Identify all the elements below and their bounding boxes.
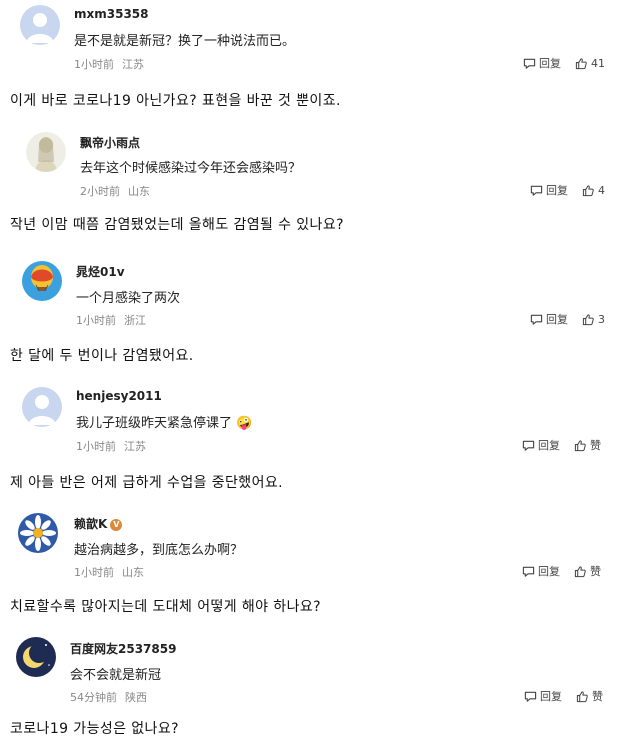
like-label: 赞 [590, 439, 601, 452]
thumbs-up-icon [582, 313, 594, 325]
translation-text: 제 아들 반은 어제 급하게 수업을 중단했어요. [10, 475, 283, 491]
reply-button[interactable]: 回复 [524, 688, 562, 704]
username[interactable]: mxm35358 [74, 7, 149, 21]
comment-feed: mxm35358 是不是就是新冠？换了一种说法而已。 1小时前 江苏 回复 41 … [0, 0, 633, 747]
like-button[interactable]: 41 [575, 57, 605, 70]
comment-location: 江苏 [122, 58, 144, 71]
reply-icon [523, 58, 536, 69]
figure-avatar-icon [26, 132, 66, 172]
comment-actions: 回复 4 [530, 182, 605, 198]
comment-actions: 回复 赞 [522, 437, 601, 453]
username[interactable]: 百度网友2537859 [70, 640, 176, 657]
avatar[interactable] [22, 387, 62, 427]
thumbs-up-icon [575, 57, 587, 69]
comment-time: 1小时前 [74, 58, 114, 71]
reply-label: 回复 [546, 313, 568, 326]
thumbs-up-icon [576, 690, 588, 702]
avatar[interactable] [20, 5, 60, 45]
translation-text: 코로나19 가능성은 없나요? [10, 721, 179, 737]
comment-meta: 1小时前 山东 [74, 564, 144, 580]
username[interactable]: 飘帝小雨点 [80, 134, 140, 151]
default-avatar-icon [20, 5, 60, 45]
comment-text: 是不是就是新冠？换了一种说法而已。 [74, 34, 296, 49]
username[interactable]: henjesy2011 [76, 389, 162, 403]
translation-text: 이게 바로 코로나19 아닌가요? 표현을 바꾼 것 뿐이죠. [10, 93, 341, 109]
reply-icon [524, 691, 537, 702]
comment-item: henjesy2011 我儿子班级昨天紧急停课了 🤪 1小时前 江苏 回复 赞 [0, 382, 633, 458]
reply-label: 回复 [546, 184, 568, 197]
like-label: 赞 [590, 565, 601, 578]
comment-actions: 回复 3 [530, 311, 605, 327]
comment-meta: 54分钟前 陕西 [70, 689, 147, 705]
reply-icon [522, 566, 535, 577]
username-text: 赖歆K [74, 517, 108, 531]
like-button[interactable]: 赞 [574, 563, 601, 579]
comment-text: 越治病越多，到底怎么办啊？ [74, 543, 244, 558]
comment-location: 山东 [128, 185, 150, 198]
comment-location: 浙江 [124, 314, 146, 327]
username[interactable]: 赖歆K V [74, 515, 123, 532]
avatar[interactable] [26, 132, 66, 172]
comment-item: 晁烃01v 一个月感染了两次 1小时前 浙江 回复 3 [0, 255, 633, 331]
comment-time: 1小时前 [74, 566, 114, 579]
balloon-avatar-icon [22, 261, 62, 301]
comment-meta: 1小时前 江苏 [76, 438, 146, 454]
reply-label: 回复 [538, 439, 560, 452]
comment-location: 陕西 [125, 691, 147, 704]
like-label: 赞 [592, 690, 603, 703]
comment-actions: 回复 赞 [522, 563, 601, 579]
reply-label: 回复 [538, 565, 560, 578]
comment-text: 去年这个时候感染过今年还会感染吗？ [80, 161, 302, 176]
default-avatar-icon [22, 387, 62, 427]
badge-icon: V [110, 519, 123, 531]
avatar[interactable] [22, 261, 62, 301]
comment-text: 会不会就是新冠 [70, 668, 162, 683]
avatar[interactable] [18, 513, 58, 553]
like-button[interactable]: 3 [582, 313, 605, 326]
like-button[interactable]: 4 [582, 184, 605, 197]
comment-time: 1小时前 [76, 440, 116, 453]
comment-meta: 2小时前 山东 [80, 183, 150, 199]
avatar[interactable] [16, 637, 56, 677]
comment-item: 赖歆K V 越治病越多，到底怎么办啊？ 1小时前 山东 回复 赞 [0, 508, 633, 584]
thumbs-up-icon [574, 439, 586, 451]
translation-text: 치료할수록 많아지는데 도대체 어떻게 해야 하나요? [10, 599, 321, 615]
like-count: 4 [598, 183, 605, 197]
like-button[interactable]: 赞 [576, 688, 603, 704]
comment-time: 1小时前 [76, 314, 116, 327]
daisy-avatar-icon [18, 513, 58, 553]
reply-button[interactable]: 回复 [522, 437, 560, 453]
comment-item: mxm35358 是不是就是新冠？换了一种说法而已。 1小时前 江苏 回复 41 [0, 0, 633, 76]
like-count: 3 [598, 312, 605, 326]
reply-label: 回复 [539, 57, 561, 70]
comment-time: 54分钟前 [70, 691, 117, 704]
reply-button[interactable]: 回复 [523, 55, 561, 71]
comment-actions: 回复 赞 [524, 688, 603, 704]
comment-location: 山东 [122, 566, 144, 579]
thumbs-up-icon [582, 184, 594, 196]
translation-text: 작년 이맘 때쯤 감염됐었는데 올해도 감염될 수 있나요? [10, 217, 344, 233]
like-count: 41 [591, 56, 605, 70]
comment-actions: 回复 41 [523, 55, 605, 71]
comment-item: 百度网友2537859 会不会就是新冠 54分钟前 陕西 回复 赞 [0, 634, 633, 710]
username[interactable]: 晁烃01v [76, 263, 125, 280]
reply-icon [522, 440, 535, 451]
comment-meta: 1小时前 江苏 [74, 56, 144, 72]
comment-time: 2小时前 [80, 185, 120, 198]
reply-button[interactable]: 回复 [530, 311, 568, 327]
comment-item: 飘帝小雨点 去年这个时候感染过今年还会感染吗？ 2小时前 山东 回复 4 [0, 126, 633, 202]
reply-button[interactable]: 回复 [522, 563, 560, 579]
comment-location: 江苏 [124, 440, 146, 453]
comment-text: 我儿子班级昨天紧急停课了 🤪 [76, 416, 253, 431]
reply-button[interactable]: 回复 [530, 182, 568, 198]
moon-avatar-icon [16, 637, 56, 677]
reply-icon [530, 314, 543, 325]
reply-icon [530, 185, 543, 196]
comment-meta: 1小时前 浙江 [76, 312, 146, 328]
thumbs-up-icon [574, 565, 586, 577]
translation-text: 한 달에 두 번이나 감염됐어요. [10, 348, 194, 364]
reply-label: 回复 [540, 690, 562, 703]
comment-text: 一个月感染了两次 [76, 291, 181, 306]
like-button[interactable]: 赞 [574, 437, 601, 453]
